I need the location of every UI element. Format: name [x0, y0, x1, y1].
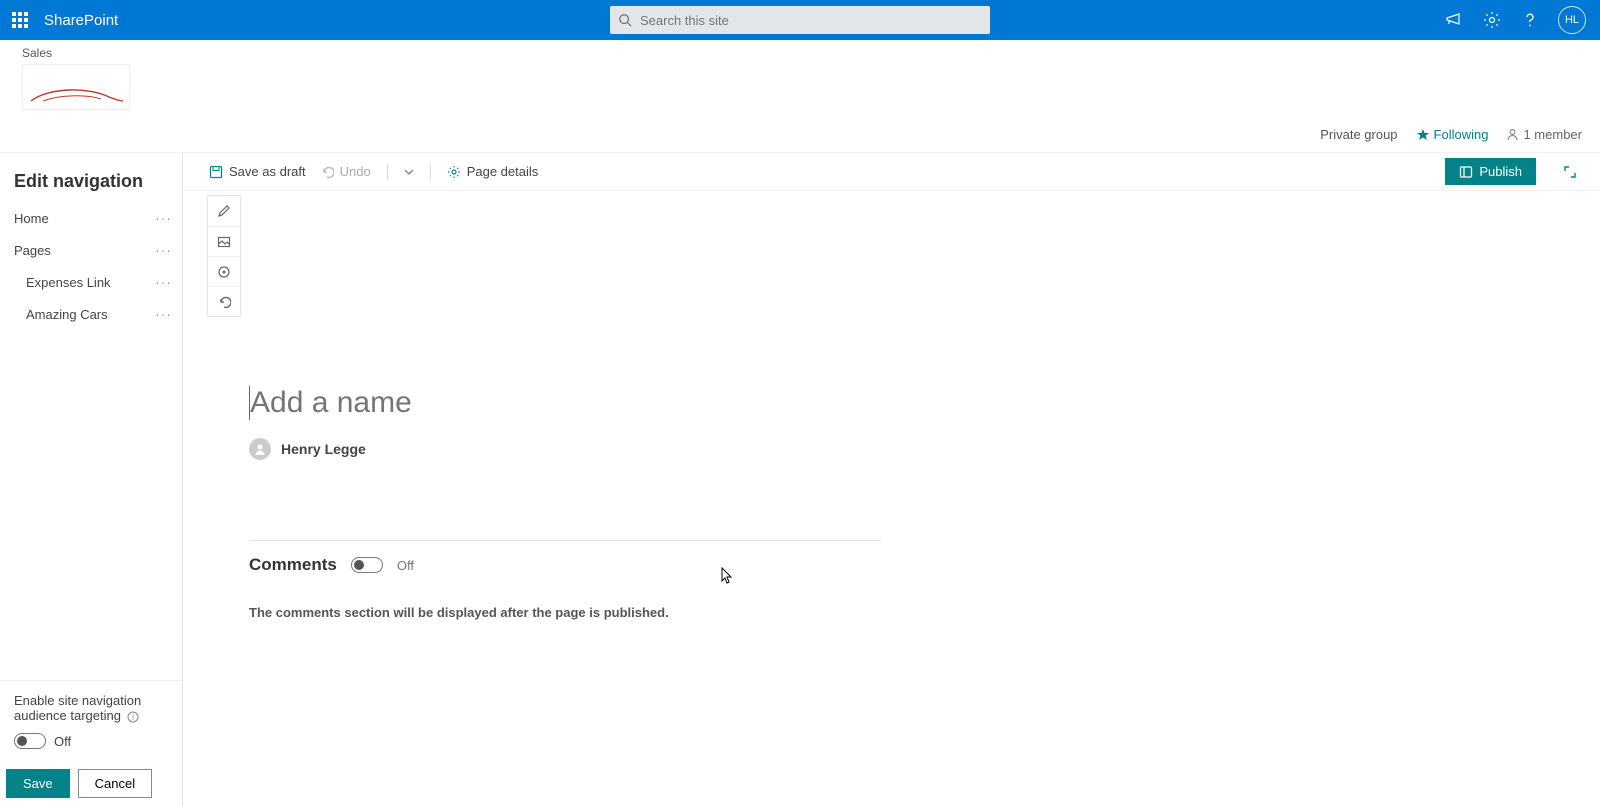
app-name[interactable]: SharePoint	[44, 12, 118, 29]
info-icon[interactable]: i	[127, 711, 139, 723]
person-icon	[1506, 128, 1519, 141]
undo-button[interactable]: Undo	[320, 164, 371, 179]
comments-heading: Comments	[249, 555, 337, 575]
save-icon	[209, 165, 223, 179]
more-icon[interactable]: ···	[155, 274, 172, 290]
nav-item-expenses-link[interactable]: Expenses Link ···	[0, 266, 182, 298]
author-name[interactable]: Henry Legge	[281, 441, 366, 457]
section-divider	[249, 540, 881, 541]
settings-icon[interactable]	[1482, 10, 1502, 30]
star-icon	[1416, 128, 1430, 142]
page-details-button[interactable]: Page details	[447, 164, 539, 179]
reset-button[interactable]	[208, 286, 240, 316]
site-logo[interactable]	[22, 64, 130, 110]
search-input[interactable]	[640, 13, 982, 28]
site-title[interactable]: Sales	[22, 46, 1600, 60]
image-button[interactable]	[208, 226, 240, 256]
more-icon[interactable]: ···	[155, 306, 172, 322]
site-header: Sales Private group Following 1 member	[0, 40, 1600, 153]
pencil-icon	[217, 204, 231, 218]
member-count[interactable]: 1 member	[1506, 127, 1582, 142]
nav-item-home[interactable]: Home ···	[0, 202, 182, 234]
expand-button[interactable]	[1558, 160, 1582, 184]
nav-item-pages[interactable]: Pages ···	[0, 234, 182, 266]
undo-icon	[217, 295, 231, 309]
comments-note: The comments section will be displayed a…	[249, 605, 881, 620]
picture-icon	[217, 235, 231, 249]
cancel-button[interactable]: Cancel	[78, 769, 152, 798]
page-title-input[interactable]	[249, 386, 881, 420]
command-bar: Save as draft Undo Page details Publish	[183, 153, 1600, 191]
following-button[interactable]: Following	[1416, 127, 1489, 142]
focal-button[interactable]	[208, 256, 240, 286]
focal-icon	[217, 265, 231, 279]
sidebar-title: Edit navigation	[0, 153, 182, 202]
gear-icon	[447, 165, 461, 179]
publish-button[interactable]: Publish	[1445, 158, 1536, 185]
edit-navigation-panel: Edit navigation Home ··· Pages ··· Expen…	[0, 153, 183, 806]
privacy-label: Private group	[1320, 127, 1397, 142]
title-tool-rail	[207, 195, 241, 317]
author-avatar[interactable]	[249, 438, 271, 460]
suite-bar: SharePoint HL	[0, 0, 1600, 40]
divider	[430, 164, 431, 180]
user-avatar[interactable]: HL	[1558, 6, 1586, 34]
more-icon[interactable]: ···	[155, 242, 172, 258]
edit-title-button[interactable]	[208, 196, 240, 226]
divider	[387, 164, 388, 180]
expand-icon	[1563, 165, 1577, 179]
save-button[interactable]: Save	[6, 769, 70, 798]
publish-icon	[1459, 165, 1473, 179]
search-box[interactable]	[610, 6, 990, 34]
help-icon[interactable]	[1520, 10, 1540, 30]
undo-icon	[320, 165, 334, 179]
comments-toggle[interactable]	[351, 557, 383, 573]
save-as-draft-button[interactable]: Save as draft	[209, 164, 306, 179]
more-icon[interactable]: ···	[155, 210, 172, 226]
person-icon	[253, 442, 267, 456]
svg-text:i: i	[132, 713, 134, 722]
megaphone-icon[interactable]	[1444, 10, 1464, 30]
audience-toggle-state: Off	[54, 734, 71, 749]
comments-toggle-state: Off	[397, 558, 414, 573]
nav-item-amazing-cars[interactable]: Amazing Cars ···	[0, 298, 182, 330]
audience-toggle[interactable]	[14, 733, 46, 749]
page-editor: Save as draft Undo Page details Publish	[183, 153, 1600, 806]
search-icon	[618, 13, 632, 27]
app-launcher-icon[interactable]	[0, 0, 40, 40]
undo-dropdown[interactable]	[404, 167, 414, 177]
audience-target-label: Enable site navigation audience targetin…	[14, 693, 168, 723]
chevron-down-icon	[404, 167, 414, 177]
